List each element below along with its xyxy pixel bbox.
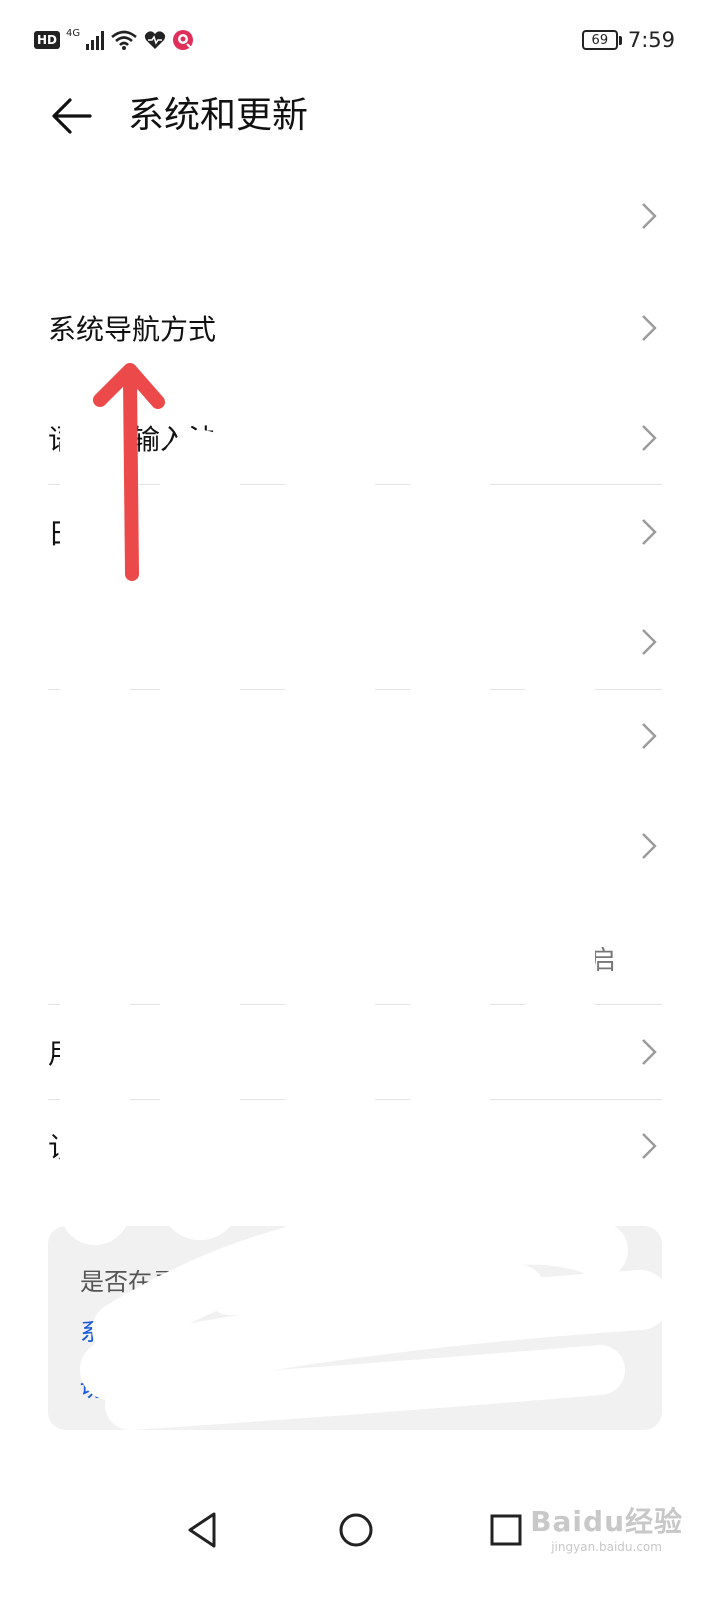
back-button[interactable]: [48, 92, 96, 140]
settings-row-5[interactable]: [48, 706, 662, 766]
app-header: 系统和更新: [0, 80, 723, 160]
status-icons-right: 69 7:59: [581, 24, 675, 56]
settings-row-3[interactable]: 日: [48, 502, 662, 562]
row-label: 暂: [112, 943, 141, 976]
chevron-right-icon: [642, 629, 657, 655]
settings-row-0[interactable]: [48, 186, 662, 246]
wifi-icon: [111, 30, 137, 50]
nav-home-circle-icon[interactable]: [334, 1508, 378, 1552]
chevron-right-icon: [642, 203, 657, 229]
suggestion-link[interactable]: 系: [80, 1312, 104, 1347]
row-label: 系统导航方式: [48, 313, 217, 346]
chevron-right-icon: [642, 1133, 657, 1159]
chevron-right-icon: [642, 723, 657, 749]
settings-row-7[interactable]: 暂 已开启: [48, 928, 662, 988]
watermark-sub: jingyan.baidu.com: [551, 1540, 662, 1554]
settings-row-9[interactable]: 认: [48, 1116, 662, 1176]
redaction-scribble: [39, 177, 670, 1430]
settings-row-language-input[interactable]: 语言和输入法: [48, 408, 662, 468]
divider: [48, 1004, 662, 1005]
baidu-watermark: Baidu经验 jingyan.baidu.com: [530, 1500, 683, 1554]
hd-badge: HD: [34, 31, 61, 49]
settings-row-6[interactable]: [48, 816, 662, 876]
nav-recents-square-icon[interactable]: [484, 1508, 528, 1552]
network-type-label: 4G: [66, 27, 81, 39]
row-label: 用户: [48, 1037, 105, 1070]
suggestion-question: 是否在寻找: [80, 1268, 200, 1296]
chevron-right-icon: [642, 833, 657, 859]
page-title: 系统和更新: [128, 95, 309, 136]
chevron-right-icon: [642, 1039, 657, 1065]
divider: [48, 1099, 662, 1100]
watermark-main: Baidu经验: [530, 1505, 683, 1538]
divider: [48, 689, 662, 690]
row-label: 认: [48, 1131, 77, 1164]
status-icons-left: HD 4G: [34, 26, 194, 54]
row-status-value: 已开启: [537, 945, 616, 976]
health-heart-icon: [145, 31, 166, 49]
signal-icon: [86, 30, 105, 50]
chevron-right-icon: [642, 315, 657, 341]
divider: [48, 484, 662, 485]
chevron-right-icon: [642, 519, 657, 545]
battery-icon: 69: [581, 30, 622, 50]
suggestion-card: 是否在寻找 系 切: [48, 1226, 662, 1430]
notification-app-icon: [173, 30, 194, 50]
row-label: 日: [48, 517, 77, 550]
status-time: 7:59: [627, 28, 675, 52]
settings-row-navigation-mode[interactable]: 系统导航方式: [48, 298, 662, 358]
back-arrow-icon: [52, 98, 92, 134]
nav-back-triangle-icon[interactable]: [182, 1508, 226, 1552]
battery-level: 69: [581, 30, 618, 50]
chevron-right-icon: [642, 425, 657, 451]
settings-row-8[interactable]: 用户: [48, 1022, 662, 1082]
suggestion-link[interactable]: 切: [80, 1368, 104, 1403]
settings-row-4[interactable]: [48, 612, 662, 672]
status-bar: HD 4G 69 7:59: [0, 0, 723, 80]
row-label: 语言和输入法: [48, 423, 217, 456]
